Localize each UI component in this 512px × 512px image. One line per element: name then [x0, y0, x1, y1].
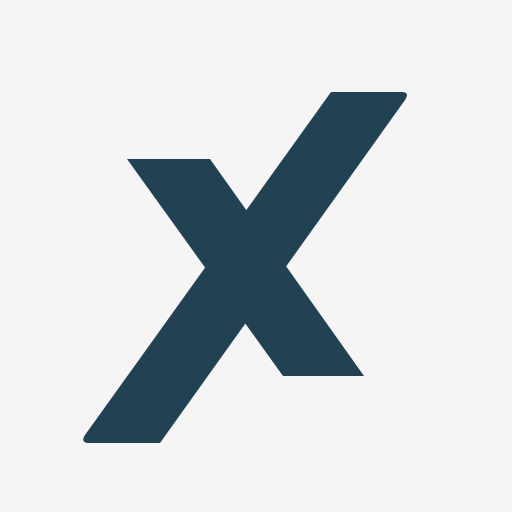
- app-icon: [0, 0, 512, 512]
- x-logo-icon: [0, 0, 512, 512]
